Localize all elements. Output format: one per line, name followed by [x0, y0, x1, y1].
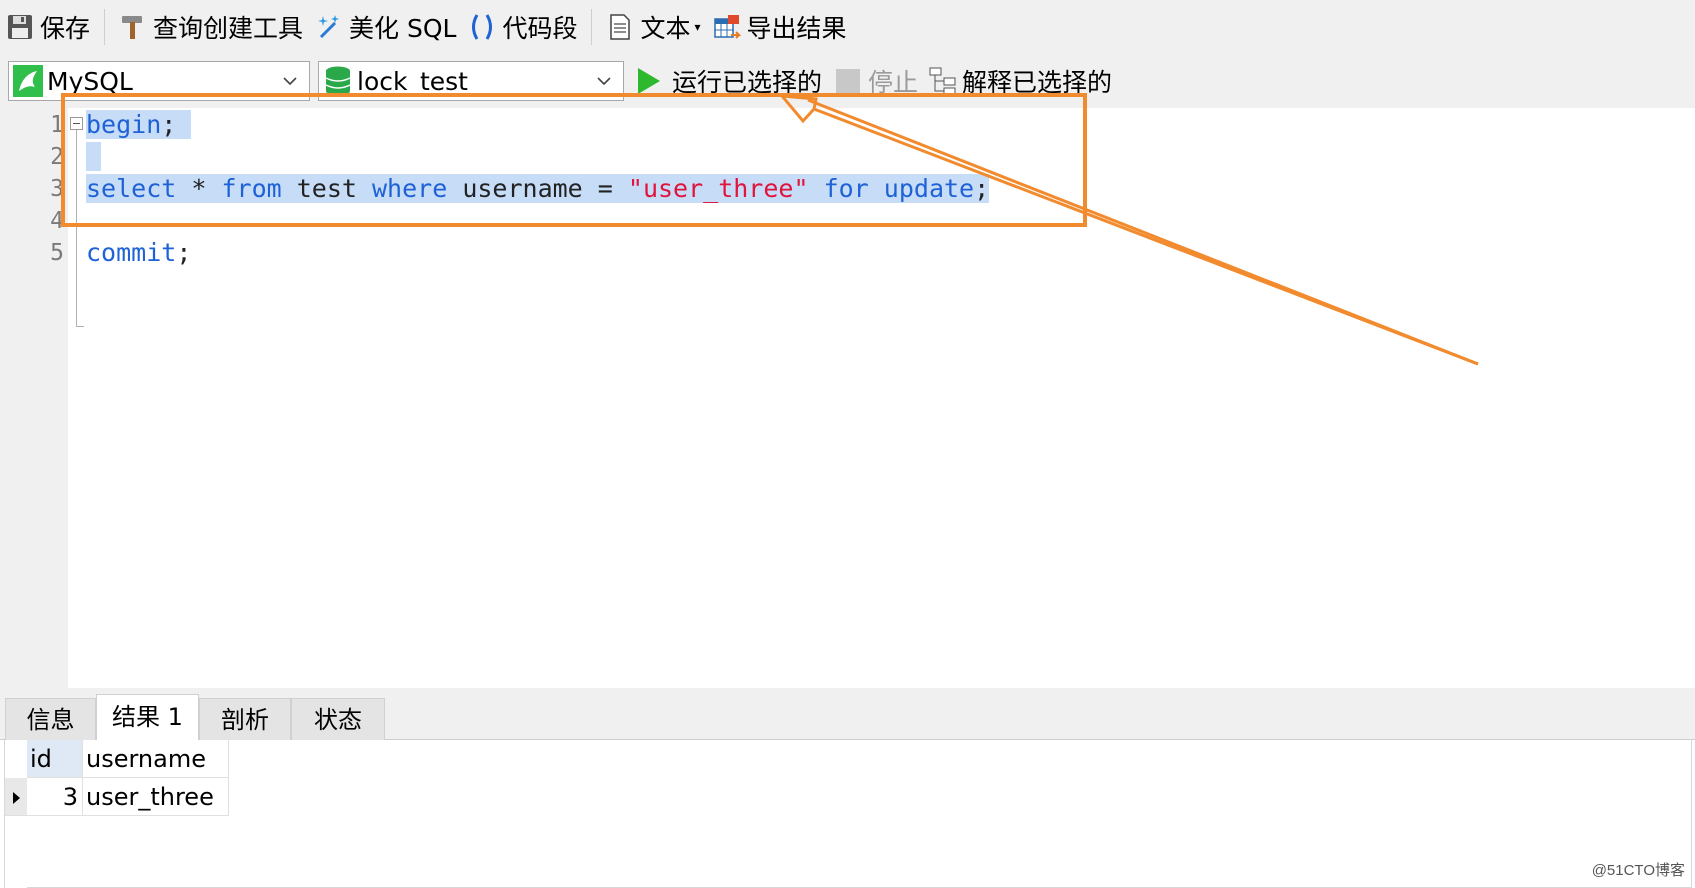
tab-profile[interactable]: 剖析 [199, 698, 291, 740]
code-line-1: begin; [86, 109, 192, 141]
chevron-down-icon [283, 77, 297, 86]
table-cell-username[interactable]: user_three [83, 778, 229, 816]
results-tabs: 信息 结果 1 剖析 状态 [0, 688, 1695, 741]
connection-select-value: MySQL [47, 66, 133, 96]
code-token-keyword: select [86, 174, 177, 203]
connection-toolbar: MySQL lock_test 运行已选择的 停止 解释已选择的 [0, 54, 1695, 108]
database-select-value: lock_test [357, 66, 468, 96]
line-number: 2 [50, 144, 64, 170]
line-number-gutter: 1 2 3 4 5 [0, 108, 68, 688]
export-results-label: 导出结果 [746, 14, 847, 43]
save-button[interactable]: 保存 [0, 0, 96, 54]
code-token-keyword: commit [86, 238, 177, 267]
code-line-5: commit; [86, 237, 191, 269]
selected-text: begin; [86, 110, 192, 139]
play-icon [638, 68, 660, 94]
run-selected-button[interactable]: 运行已选择的 [638, 63, 822, 99]
stop-button[interactable]: 停止 [836, 63, 918, 99]
explain-selected-button[interactable]: 解释已选择的 [928, 63, 1112, 99]
magic-wand-icon [318, 15, 340, 39]
code-snippet-button[interactable]: 代码段 [462, 0, 583, 54]
column-header-id[interactable]: id [27, 740, 83, 778]
line-number: 5 [50, 240, 64, 266]
mysql-dolphin-icon [13, 65, 43, 97]
code-token-keyword: for [823, 174, 869, 203]
current-row-arrow-icon [13, 792, 20, 804]
watermark: @51CTO博客 [1591, 862, 1685, 879]
result-grid[interactable]: id username 3 user_three [4, 740, 1692, 888]
table-export-icon [713, 15, 741, 39]
code-token-keyword: where [372, 174, 448, 203]
fold-guide [76, 130, 77, 326]
explain-selected-label: 解释已选择的 [962, 68, 1113, 97]
sql-editor[interactable]: 1 2 3 4 5 begin; select * from test wher… [0, 108, 1695, 688]
selected-text: select * from test where username = "use… [86, 174, 990, 203]
code-line-3: select * from test where username = "use… [86, 173, 990, 205]
connection-select[interactable]: MySQL [8, 61, 310, 101]
hammer-icon [122, 16, 143, 39]
code-token-text: test [281, 174, 372, 203]
tab-result-1[interactable]: 结果 1 [96, 694, 199, 741]
main-toolbar: 保存 查询创建工具 美化 SQL 代码段 文本 ▾ 导出结果 [0, 0, 1695, 54]
tab-status[interactable]: 状态 [291, 698, 385, 740]
results-panel: 信息 结果 1 剖析 状态 id username 3 user_three [0, 688, 1695, 888]
fold-toggle-icon[interactable] [70, 117, 83, 130]
stop-label: 停止 [868, 68, 919, 97]
toolbar-divider [591, 9, 593, 45]
query-builder-button[interactable]: 查询创建工具 [113, 0, 309, 54]
column-header-username[interactable]: username [83, 740, 229, 778]
code-token-string: "user_three" [627, 174, 809, 203]
save-disk-icon [8, 15, 32, 39]
code-line-2 [86, 141, 102, 173]
text-mode-label: 文本 [640, 14, 691, 43]
beautify-sql-label: 美化 SQL [349, 14, 457, 43]
table-cell-id[interactable]: 3 [27, 778, 83, 816]
tab-info[interactable]: 信息 [5, 698, 96, 740]
code-token-keyword: from [221, 174, 282, 203]
save-label: 保存 [40, 14, 91, 43]
database-icon [325, 66, 351, 96]
export-results-button[interactable]: 导出结果 [707, 0, 853, 54]
toolbar-divider [104, 9, 106, 45]
selected-text [86, 142, 102, 171]
document-icon [610, 14, 631, 40]
text-mode-button[interactable]: 文本 ▾ [600, 0, 706, 54]
code-token-text: username = [447, 174, 628, 203]
dropdown-arrow-icon[interactable]: ▾ [695, 20, 701, 34]
code-token-punct: ; [176, 238, 192, 267]
explain-tree-icon [929, 67, 956, 96]
code-token-keyword: update [883, 174, 975, 203]
beautify-sql-button[interactable]: 美化 SQL [309, 0, 462, 54]
code-snippet-label: 代码段 [502, 14, 578, 43]
query-builder-label: 查询创建工具 [153, 14, 304, 43]
line-number: 3 [50, 176, 64, 202]
run-selected-label: 运行已选择的 [672, 68, 823, 97]
code-token-punct: ; [974, 174, 990, 203]
code-token-punct: ; [161, 110, 177, 139]
line-number: 1 [50, 112, 64, 138]
stop-icon [836, 69, 861, 93]
code-token-keyword: begin [86, 110, 162, 139]
database-select[interactable]: lock_test [318, 61, 624, 101]
code-token-text: * [176, 174, 222, 203]
chevron-down-icon [597, 77, 611, 86]
parentheses-icon [472, 14, 493, 40]
fold-guide-end [76, 326, 84, 327]
line-number: 4 [50, 208, 64, 234]
